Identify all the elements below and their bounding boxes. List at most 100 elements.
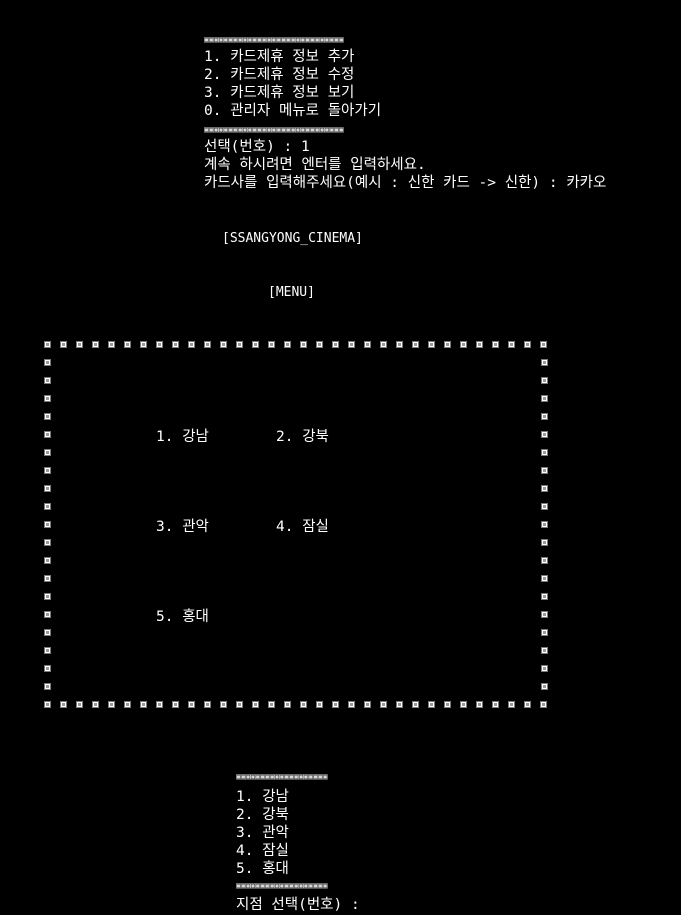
branch-list-item-gangbuk: 2. 강북 xyxy=(236,807,289,823)
branch-list-item-hongdae: 5. 홍대 xyxy=(236,861,289,877)
square-dot-icon xyxy=(476,341,483,348)
square-dot-icon xyxy=(364,701,371,708)
square-dot-icon xyxy=(541,683,548,690)
square-dot-icon xyxy=(124,701,131,708)
square-dot-icon xyxy=(204,701,211,708)
square-dot-icon xyxy=(444,341,451,348)
card-menu-item-add: 1. 카드제휴 정보 추가 xyxy=(204,49,355,65)
square-dot-icon xyxy=(268,341,275,348)
square-dot-icon xyxy=(541,521,548,528)
square-dot-icon xyxy=(108,701,115,708)
square-dot-icon xyxy=(124,341,131,348)
square-dot-icon xyxy=(541,557,548,564)
square-dot-icon xyxy=(380,701,387,708)
square-dot-icon xyxy=(44,431,51,438)
square-dot-icon xyxy=(492,701,499,708)
square-dot-icon xyxy=(300,341,307,348)
square-dot-icon xyxy=(444,701,451,708)
square-dot-icon xyxy=(300,701,307,708)
square-dot-icon xyxy=(524,701,531,708)
square-dot-icon xyxy=(44,611,51,618)
square-dot-icon xyxy=(44,395,51,402)
square-dot-icon xyxy=(541,467,548,474)
square-dot-icon xyxy=(220,701,227,708)
square-dot-icon xyxy=(428,341,435,348)
square-dot-icon xyxy=(44,341,51,348)
square-dot-icon xyxy=(428,701,435,708)
square-dot-icon xyxy=(140,341,147,348)
square-dot-icon xyxy=(492,341,499,348)
square-dot-icon xyxy=(44,701,51,708)
square-dot-icon xyxy=(396,701,403,708)
square-dot-icon xyxy=(44,377,51,384)
branch-box-jamsil: 4. 잠실 xyxy=(276,519,329,535)
card-menu-item-back: 0. 관리자 메뉴로 돌아가기 xyxy=(204,103,382,119)
square-dot-icon xyxy=(236,701,243,708)
branch-list-item-gangnam: 1. 강남 xyxy=(236,789,289,805)
card-menu-item-view: 3. 카드제휴 정보 보기 xyxy=(204,85,355,101)
square-dot-icon xyxy=(44,485,51,492)
square-dot-icon xyxy=(541,503,548,510)
square-dot-icon xyxy=(284,341,291,348)
square-dot-icon xyxy=(236,341,243,348)
branch-list-item-jamsil: 4. 잠실 xyxy=(236,843,289,859)
square-dot-icon xyxy=(541,611,548,618)
branch-box-gangnam: 1. 강남 xyxy=(156,429,209,445)
square-dot-icon xyxy=(524,341,531,348)
square-dot-icon xyxy=(540,701,547,708)
square-dot-icon xyxy=(44,683,51,690)
square-dot-icon xyxy=(541,593,548,600)
square-dot-icon xyxy=(541,665,548,672)
square-dot-icon xyxy=(172,701,179,708)
square-dot-icon xyxy=(44,467,51,474)
square-dot-icon xyxy=(541,359,548,366)
square-dot-icon xyxy=(541,629,548,636)
square-dot-icon xyxy=(332,341,339,348)
square-dot-icon xyxy=(204,341,211,348)
square-dot-icon xyxy=(540,341,547,348)
branch-box-gwanak: 3. 관악 xyxy=(156,519,209,535)
square-dot-icon xyxy=(172,341,179,348)
square-dot-icon xyxy=(44,665,51,672)
square-dot-icon xyxy=(44,539,51,546)
card-menu-item-edit: 2. 카드제휴 정보 수정 xyxy=(204,67,355,83)
card-company-input-prompt[interactable]: 카드사를 입력해주세요(예시 : 신한 카드 -> 신한) : 카카오 xyxy=(204,174,606,192)
square-dot-icon xyxy=(332,701,339,708)
square-dot-icon xyxy=(92,701,99,708)
square-dot-icon xyxy=(348,341,355,348)
branch-box-hongdae: 5. 홍대 xyxy=(156,609,209,625)
square-dot-icon xyxy=(108,341,115,348)
branch-list-top-separator: ▣▣▣▣▣▣▣▣▣▣▣▣▣▣▣▣▣▣▣ xyxy=(236,772,328,781)
square-dot-icon xyxy=(541,431,548,438)
square-dot-icon xyxy=(188,341,195,348)
continue-prompt: 계속 하시려면 엔터를 입력하세요. xyxy=(204,157,426,173)
square-dot-icon xyxy=(541,539,548,546)
card-menu-top-separator: ▣▣▣▣▣▣▣▣▣▣▣▣▣▣▣▣▣▣▣▣▣▣▣▣▣▣▣▣▣ xyxy=(204,35,344,44)
square-dot-icon xyxy=(541,377,548,384)
square-dot-icon xyxy=(476,701,483,708)
branch-box-gangbuk: 2. 강북 xyxy=(276,429,329,445)
square-dot-icon xyxy=(140,701,147,708)
square-dot-icon xyxy=(508,341,515,348)
square-dot-icon xyxy=(252,341,259,348)
square-dot-icon xyxy=(60,341,67,348)
square-dot-icon xyxy=(460,701,467,708)
square-dot-icon xyxy=(44,575,51,582)
square-dot-icon xyxy=(380,341,387,348)
square-dot-icon xyxy=(541,485,548,492)
card-menu-bottom-separator: ▣▣▣▣▣▣▣▣▣▣▣▣▣▣▣▣▣▣▣▣▣▣▣▣▣▣▣▣▣ xyxy=(204,125,344,134)
square-dot-icon xyxy=(541,449,548,456)
square-dot-icon xyxy=(541,575,548,582)
square-dot-icon xyxy=(44,593,51,600)
square-dot-icon xyxy=(541,413,548,420)
square-dot-icon xyxy=(396,341,403,348)
cinema-title: [SSANGYONG_CINEMA] xyxy=(222,231,363,246)
branch-select-prompt[interactable]: 지점 선택(번호) : xyxy=(236,896,360,914)
square-dot-icon xyxy=(316,701,323,708)
square-dot-icon xyxy=(541,395,548,402)
square-dot-icon xyxy=(44,647,51,654)
square-dot-icon xyxy=(60,701,67,708)
square-dot-icon xyxy=(220,341,227,348)
square-dot-icon xyxy=(44,629,51,636)
square-dot-icon xyxy=(412,341,419,348)
